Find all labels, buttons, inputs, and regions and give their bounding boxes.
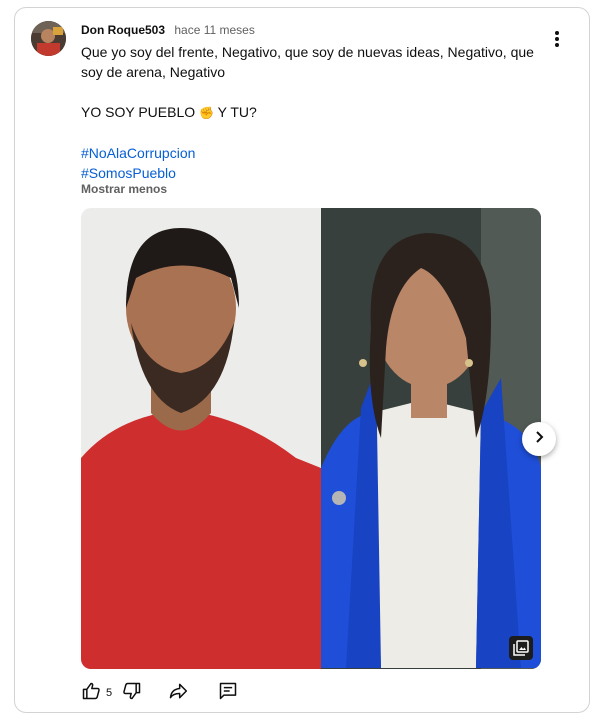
post-card: Don Roque503 hace 11 meses Que yo soy de… — [14, 7, 590, 713]
next-image-button[interactable] — [522, 422, 556, 456]
share-icon — [168, 681, 188, 706]
post-text-line1: Que yo soy del frente, Negativo, que soy… — [81, 44, 534, 80]
show-less-button[interactable]: Mostrar menos — [81, 182, 167, 196]
like-button[interactable] — [79, 681, 103, 705]
post-header: Don Roque503 hace 11 meses — [81, 23, 255, 37]
thumb-up-icon — [81, 681, 101, 706]
chevron-right-icon — [532, 430, 546, 449]
avatar[interactable] — [31, 21, 66, 56]
post-time[interactable]: hace 11 meses — [174, 23, 255, 37]
post-image[interactable] — [81, 208, 541, 669]
post-text: Que yo soy del frente, Negativo, que soy… — [81, 42, 551, 183]
like-count: 5 — [106, 687, 113, 699]
comment-button[interactable] — [216, 681, 240, 705]
dislike-button[interactable] — [120, 681, 144, 705]
post-text-pueblo: YO SOY PUEBLO — [81, 104, 196, 120]
post-text-line2: YO SOY PUEBLO ✊ Y TU? — [81, 102, 551, 123]
comment-icon — [218, 681, 238, 706]
post-text-y-tu: Y TU? — [213, 104, 257, 120]
image-gallery-icon — [509, 636, 533, 660]
raised-fist-icon: ✊ — [199, 106, 214, 120]
action-bar: 5 — [79, 678, 240, 708]
hashtag-link[interactable]: #NoAlaCorrupcion — [81, 143, 551, 163]
author-name[interactable]: Don Roque503 — [81, 23, 165, 37]
share-button[interactable] — [166, 681, 190, 705]
thumb-down-icon — [122, 681, 142, 706]
hashtag-link[interactable]: #SomosPueblo — [81, 163, 551, 183]
